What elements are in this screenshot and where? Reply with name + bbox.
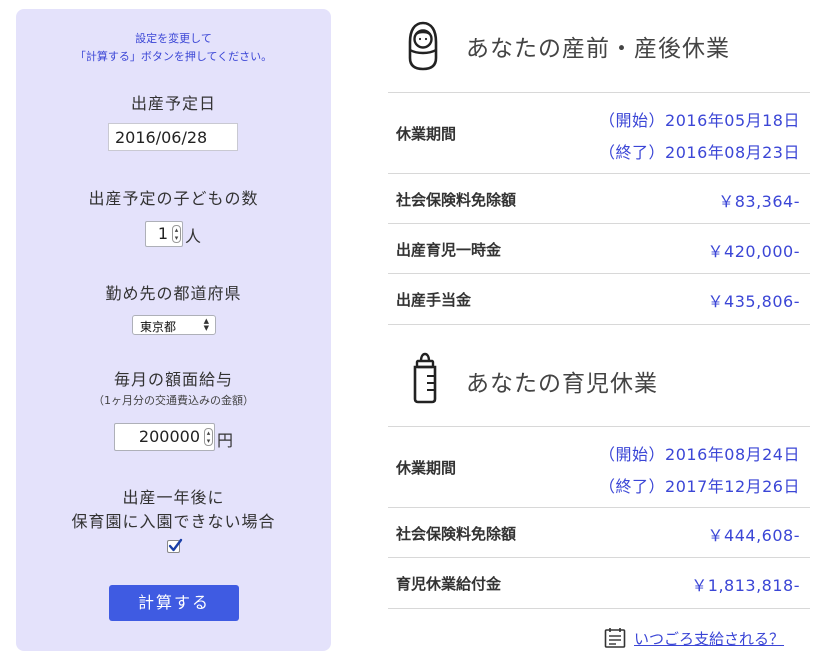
due-date-label: 出産予定日	[130, 94, 216, 113]
row-value: ￥420,000-	[707, 242, 800, 261]
table-row: 休業期間 （開始）2016年08月24日 （終了）2017年12月26日	[388, 426, 810, 508]
settings-panel: 設定を変更して 「計算する」ボタンを押してください。 出産予定日 2016/06…	[16, 9, 331, 651]
table-row: 社会保険料免除額 ￥83,364-	[388, 173, 810, 224]
baby-bottle-icon	[413, 352, 437, 404]
salary-stepper[interactable]: 200000 ▴ ▾	[114, 423, 215, 451]
children-unit: 人	[185, 227, 202, 246]
baby-icon	[408, 21, 438, 71]
row-value: ￥435,806-	[707, 292, 800, 311]
row-label: 社会保険料免除額	[396, 525, 517, 543]
row-label: 休業期間	[396, 125, 457, 143]
instruction-text-line2: 「計算する」ボタンを押してください。	[74, 50, 273, 63]
row-label: 休業期間	[396, 459, 457, 477]
period-start-value: （開始）2016年08月24日	[599, 445, 800, 464]
table-row: 出産手当金 ￥435,806-	[388, 273, 810, 325]
row-label: 出産手当金	[396, 291, 472, 309]
daycare-label-line2: 保育園に入園できない場合	[71, 512, 276, 531]
table-row: 出産育児一時金 ￥420,000-	[388, 223, 810, 274]
stepper-arrows-icon[interactable]: ▴ ▾	[204, 428, 213, 446]
instruction-text-line1: 設定を変更して	[135, 32, 212, 45]
period-end-value: （終了）2016年08月23日	[599, 143, 800, 162]
daycare-checkbox[interactable]	[167, 538, 183, 553]
period-start-value: （開始）2016年05月18日	[599, 111, 800, 130]
period-end-value: （終了）2017年12月26日	[599, 477, 800, 496]
prefecture-selected-value: 東京都	[140, 320, 177, 334]
select-arrows-icon: ▲ ▼	[203, 317, 209, 332]
payment-timing-link-label[interactable]: いつごろ支給される？	[634, 628, 784, 649]
children-count-value: 1	[157, 224, 168, 243]
row-value: ￥83,364-	[718, 192, 800, 211]
calculate-button[interactable]: 計算する	[109, 585, 239, 621]
childcare-leave-title: あなたの育児休業	[466, 371, 658, 397]
row-label: 社会保険料免除額	[396, 191, 517, 209]
row-label: 出産育児一時金	[396, 241, 502, 259]
prefecture-label: 勤め先の都道府県	[105, 284, 242, 303]
maternity-leave-title: あなたの産前・産後休業	[466, 36, 730, 62]
payment-timing-link[interactable]: いつごろ支給される？	[604, 627, 784, 653]
row-label: 育児休業給付金	[396, 575, 502, 593]
row-value: ￥444,608-	[707, 526, 800, 545]
salary-unit: 円	[217, 431, 234, 450]
salary-value: 200000	[138, 427, 200, 446]
daycare-label-line1: 出産一年後に	[122, 488, 225, 507]
children-count-stepper[interactable]: 1 ▴ ▾	[145, 221, 183, 247]
calendar-list-icon	[604, 628, 626, 648]
prefecture-select[interactable]: 東京都 ▲ ▼	[132, 315, 216, 335]
table-row: 休業期間 （開始）2016年05月18日 （終了）2016年08月23日	[388, 92, 810, 174]
row-value: ￥1,813,818-	[691, 576, 800, 595]
salary-label: 毎月の額面給与	[113, 370, 233, 389]
due-date-input[interactable]: 2016/06/28	[108, 123, 238, 151]
children-count-label: 出産予定の子どもの数	[88, 189, 259, 208]
table-row: 社会保険料免除額 ￥444,608-	[388, 507, 810, 558]
table-row: 育児休業給付金 ￥1,813,818-	[388, 557, 810, 609]
salary-note: （1ヶ月分の交通費込みの金額）	[93, 394, 254, 407]
check-icon	[168, 538, 183, 552]
stepper-arrows-icon[interactable]: ▴ ▾	[172, 225, 181, 243]
